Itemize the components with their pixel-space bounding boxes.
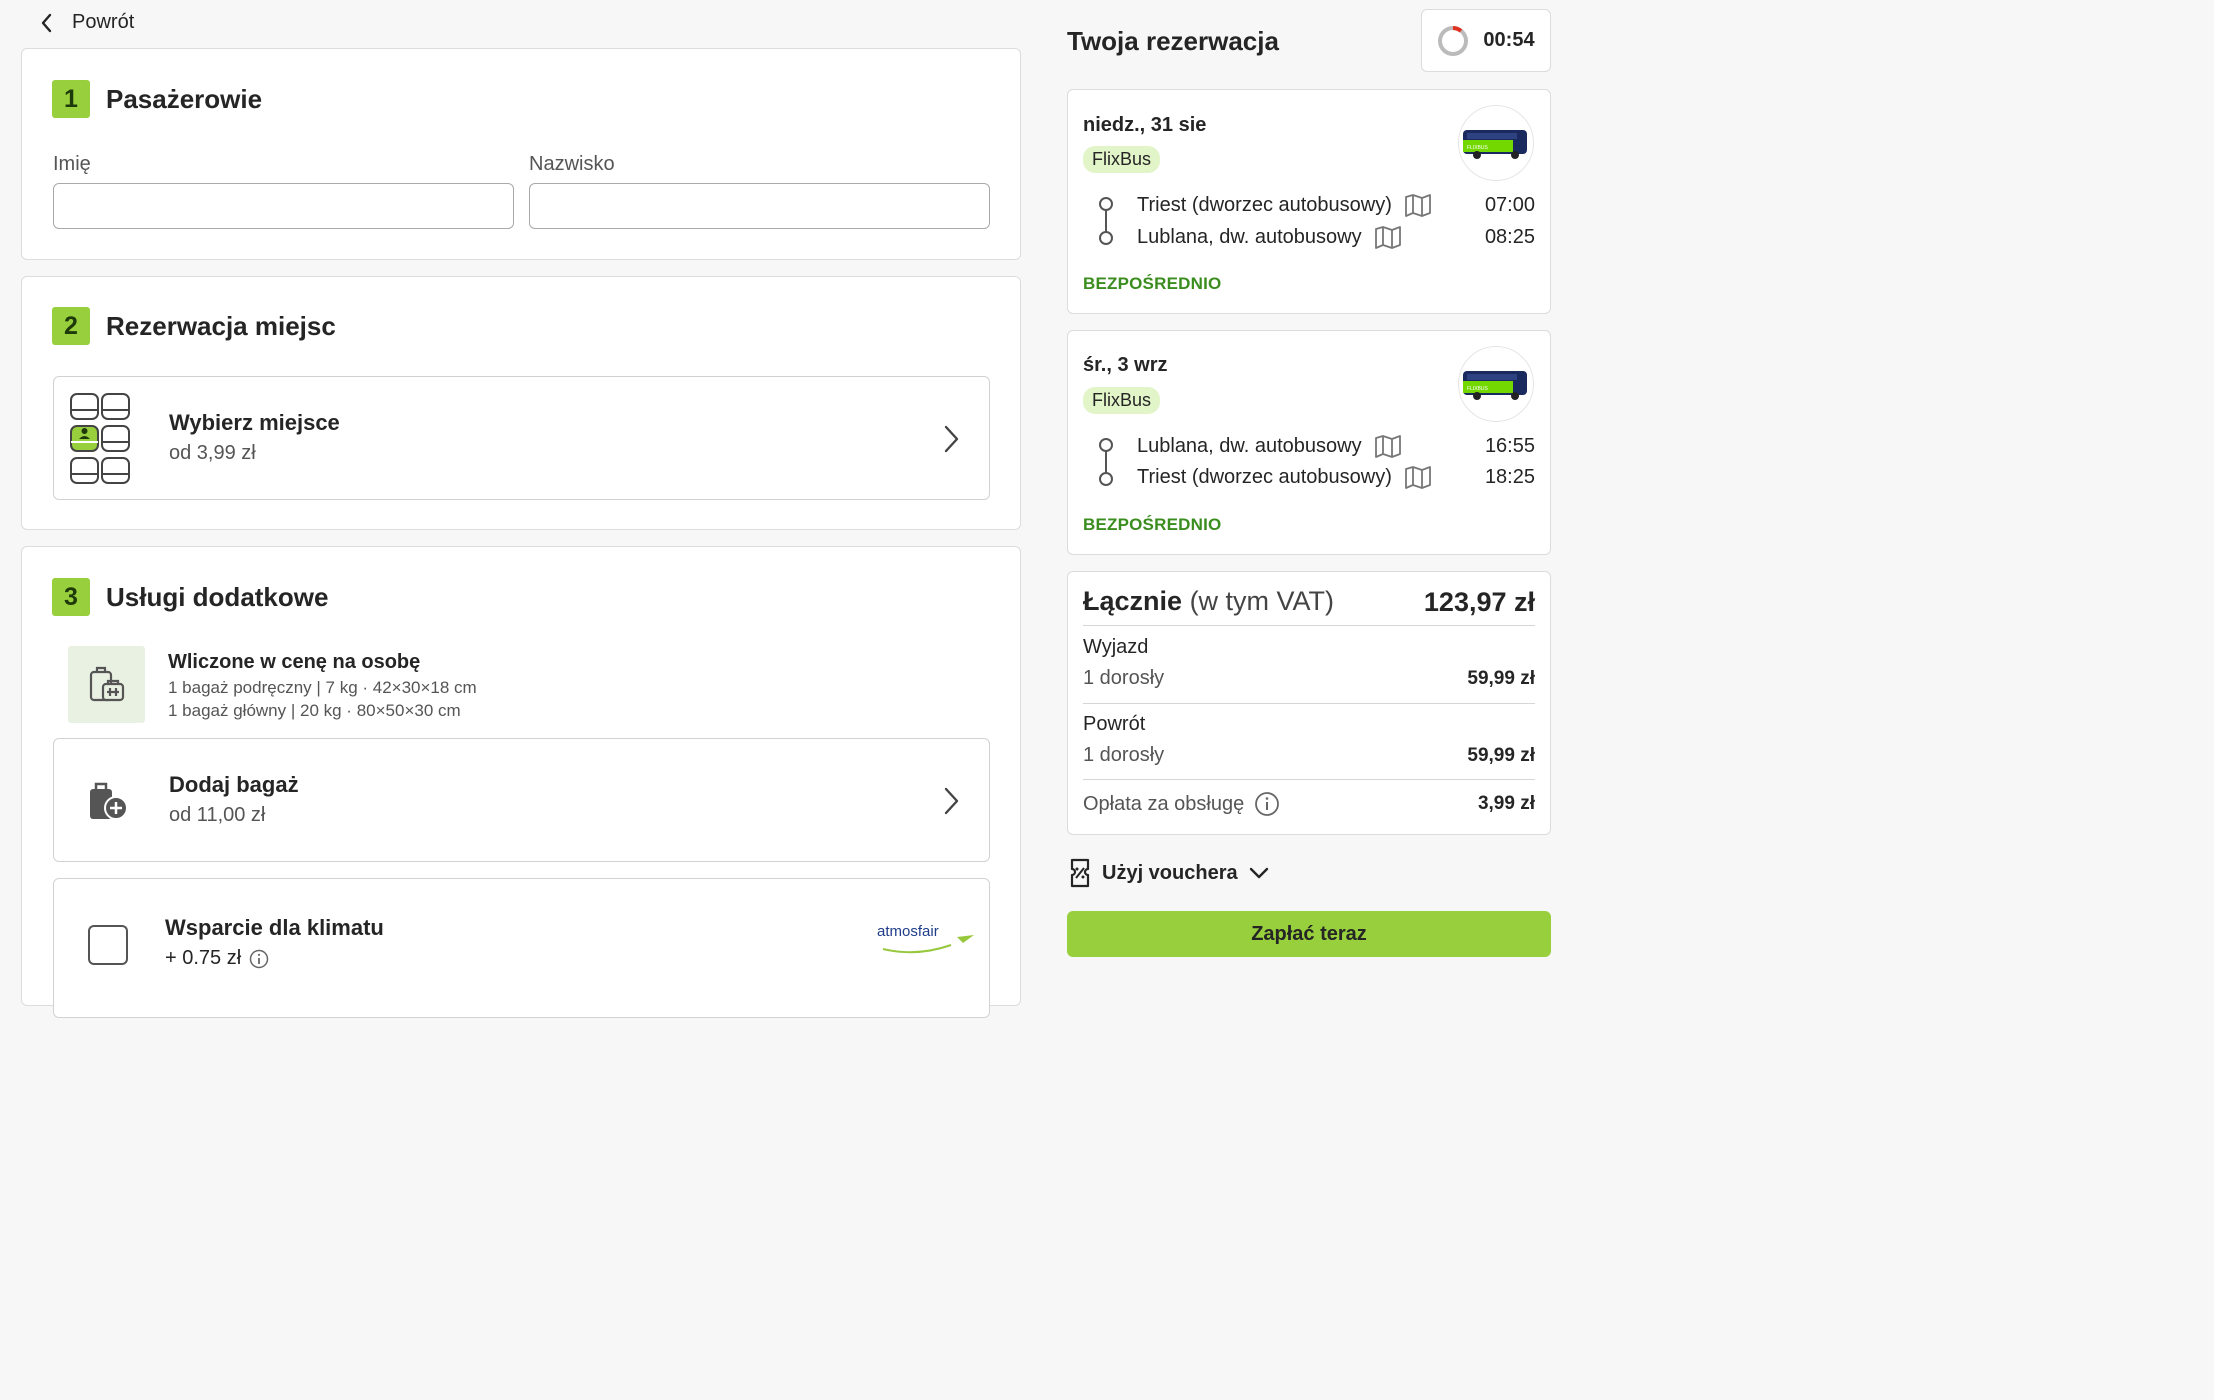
service-fee-price: 3,99 zł	[1477, 793, 1535, 814]
stop-arrival-name: Lublana, dw. autobusowy	[1137, 225, 1362, 248]
section-title: Pasażerowie	[106, 83, 263, 114]
back-label: Powrót	[72, 11, 135, 33]
climate-checkbox[interactable]	[88, 925, 128, 965]
voucher-toggle[interactable]: Użyj vouchera	[1068, 858, 1270, 888]
first-name-label: Imię	[53, 153, 91, 175]
seat-map-icon	[70, 393, 130, 485]
extras-header: 3 Usługi dodatkowe	[52, 578, 328, 616]
step-number: 1	[52, 80, 90, 118]
outbound-passengers: 1 dorosły	[1083, 667, 1165, 689]
stop-arrival: Lublana, dw. autobusowy	[1137, 225, 1402, 249]
total-label-group: Łącznie (w tym VAT)	[1083, 586, 1334, 617]
back-link[interactable]: Powrót	[38, 11, 134, 34]
last-name-input[interactable]	[529, 183, 990, 229]
stop-arrival-name: Triest (dworzec autobusowy)	[1137, 465, 1392, 488]
service-fee-row: Opłata za obsługę	[1083, 791, 1280, 817]
section-title: Rezerwacja miejsc	[106, 310, 336, 341]
stop-departure: Triest (dworzec autobusowy)	[1137, 193, 1432, 217]
voucher-label: Użyj vouchera	[1102, 861, 1238, 884]
flixbus-bus-icon: FLIXBUS	[1458, 346, 1534, 422]
arrival-time: 08:25	[1484, 226, 1535, 248]
outbound-price: 59,99 zł	[1467, 668, 1535, 689]
choose-seat-button[interactable]: Wybierz miejsce od 3,99 zł	[53, 376, 990, 500]
outbound-label: Wyjazd	[1083, 636, 1149, 658]
add-luggage-price: od 11,00 zł	[169, 804, 266, 826]
included-main-luggage: 1 bagaż główny | 20 kg · 80×50×30 cm	[168, 701, 461, 720]
stop-departure-name: Triest (dworzec autobusowy)	[1137, 193, 1392, 216]
divider	[1083, 703, 1535, 704]
chevron-right-icon	[944, 425, 959, 453]
voucher-ticket-icon	[1070, 858, 1090, 888]
stop-departure: Lublana, dw. autobusowy	[1137, 434, 1402, 458]
total-vat-note: (w tym VAT)	[1189, 586, 1335, 616]
included-hand-luggage: 1 bagaż podręczny | 7 kg · 42×30×18 cm	[168, 678, 477, 697]
step-number: 3	[52, 578, 90, 616]
map-icon[interactable]	[1374, 434, 1402, 458]
climate-support-card: Wsparcie dla klimatu + 0.75 zł atmosfair	[53, 878, 990, 1018]
svg-text:FLIXBUS: FLIXBUS	[1467, 386, 1489, 392]
return-price: 59,99 zł	[1467, 745, 1535, 766]
direct-label: BEZPOŚREDNIO	[1083, 515, 1222, 534]
chevron-left-icon	[41, 13, 52, 32]
add-luggage-button[interactable]: Dodaj bagaż od 11,00 zł	[53, 738, 990, 862]
operator-badge: FlixBus	[1083, 146, 1161, 173]
total-label: Łącznie	[1083, 586, 1183, 616]
chevron-down-icon	[1249, 867, 1268, 879]
stop-arrival: Triest (dworzec autobusowy)	[1137, 465, 1432, 489]
map-icon[interactable]	[1404, 193, 1432, 217]
add-luggage-icon	[86, 779, 130, 823]
pay-now-button[interactable]: Zapłać teraz	[1067, 911, 1551, 957]
section-title: Usługi dodatkowe	[106, 581, 329, 612]
atmosfair-logo: atmosfair	[877, 923, 977, 957]
trip-date: niedz., 31 sie	[1083, 114, 1207, 136]
booking-title: Twoja rezerwacja	[1067, 26, 1279, 56]
map-icon[interactable]	[1374, 225, 1402, 249]
trip-card-return: śr., 3 wrz FlixBus FLIXBUS Lublana, dw. …	[1067, 330, 1551, 555]
arrival-time: 18:25	[1484, 466, 1535, 488]
total-value: 123,97 zł	[1423, 587, 1535, 617]
divider	[1083, 779, 1535, 780]
trip-card-outbound: niedz., 31 sie FlixBus FLIXBUS Triest (d…	[1067, 89, 1551, 314]
svg-text:FLIXBUS: FLIXBUS	[1467, 145, 1489, 151]
info-icon[interactable]	[1254, 791, 1280, 817]
choose-seat-title: Wybierz miejsce	[169, 410, 340, 435]
climate-title: Wsparcie dla klimatu	[165, 915, 384, 940]
passengers-section: 1 Pasażerowie Imię Nazwisko	[21, 48, 1021, 260]
route-line-icon	[1099, 197, 1113, 245]
chevron-right-icon	[944, 787, 959, 815]
seat-reservation-section: 2 Rezerwacja miejsc Wybierz miejsce od 3…	[21, 276, 1021, 530]
trip-date: śr., 3 wrz	[1083, 354, 1168, 376]
return-label: Powrót	[1083, 713, 1146, 735]
operator-badge: FlixBus	[1083, 387, 1161, 414]
departure-time: 16:55	[1484, 435, 1535, 457]
countdown-timer: 00:54	[1421, 9, 1551, 72]
climate-price: + 0.75 zł	[165, 947, 242, 969]
timer-text: 00:54	[1483, 29, 1535, 51]
info-icon[interactable]	[249, 949, 269, 969]
stop-departure-name: Lublana, dw. autobusowy	[1137, 434, 1362, 457]
timer-ring-icon	[1438, 25, 1469, 56]
extras-section: 3 Usługi dodatkowe Wliczone w cenę na os…	[21, 546, 1021, 1018]
included-title: Wliczone w cenę na osobę	[168, 651, 421, 673]
flixbus-bus-icon: FLIXBUS	[1458, 105, 1534, 181]
map-icon[interactable]	[1404, 465, 1432, 489]
first-name-input[interactable]	[53, 183, 514, 229]
return-passengers: 1 dorosły	[1083, 744, 1165, 766]
add-luggage-title: Dodaj bagaż	[169, 772, 299, 797]
service-fee-label: Opłata za obsługę	[1083, 792, 1245, 815]
choose-seat-price: od 3,99 zł	[169, 442, 256, 464]
step-number: 2	[52, 307, 90, 345]
divider	[1083, 625, 1535, 626]
price-summary: Łącznie (w tym VAT) 123,97 zł Wyjazd 1 d…	[1067, 571, 1551, 835]
seat-header: 2 Rezerwacja miejsc	[52, 307, 336, 345]
route-line-icon	[1099, 438, 1113, 486]
passengers-header: 1 Pasażerowie	[52, 80, 262, 118]
included-luggage-icon	[68, 646, 145, 723]
departure-time: 07:00	[1484, 194, 1535, 216]
last-name-label: Nazwisko	[529, 153, 615, 175]
direct-label: BEZPOŚREDNIO	[1083, 274, 1222, 293]
